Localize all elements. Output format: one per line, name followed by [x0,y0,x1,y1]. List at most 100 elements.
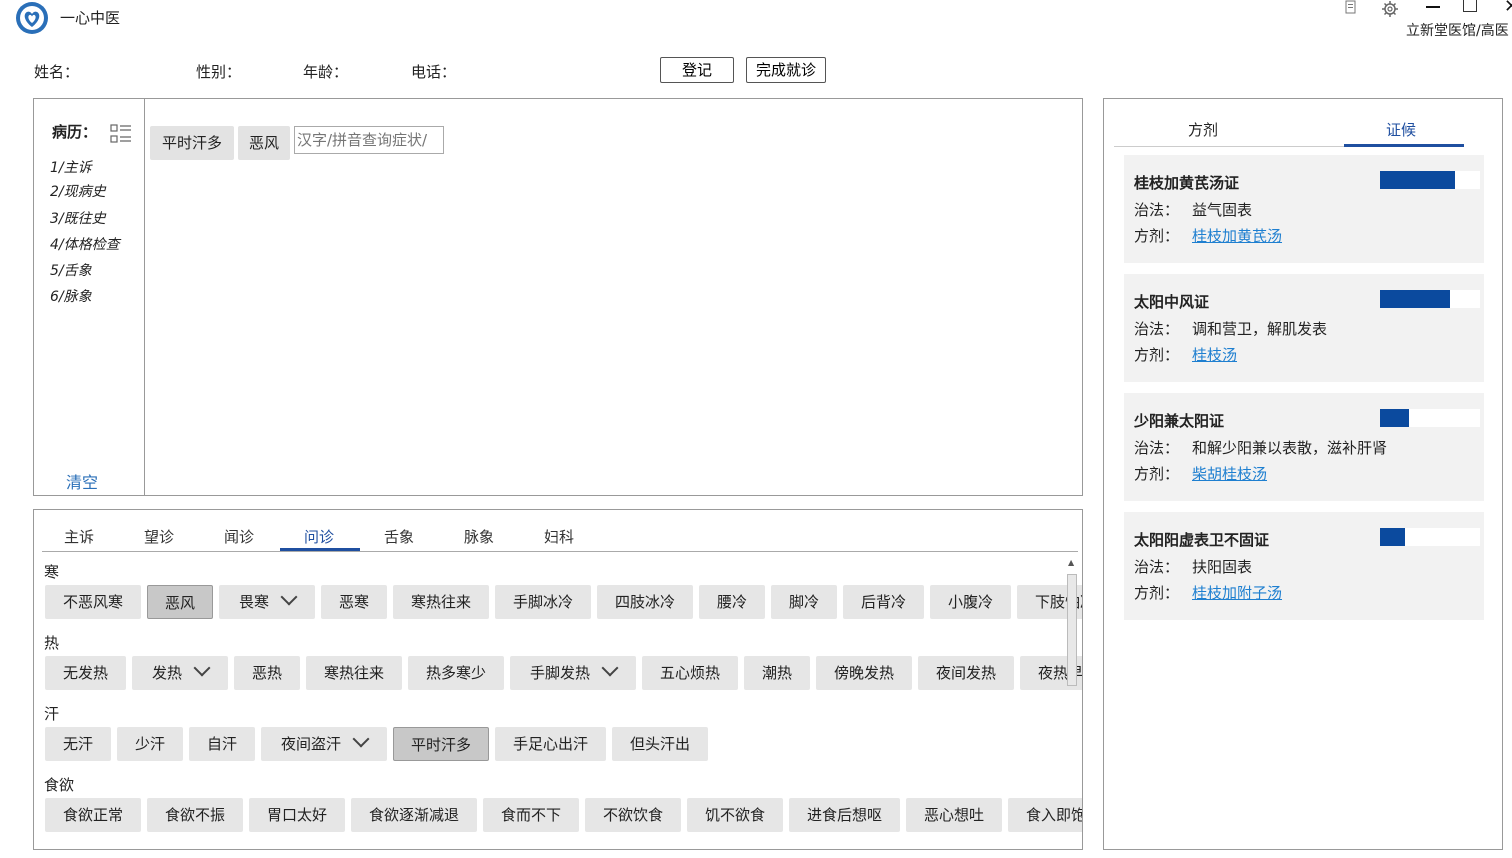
formula-link[interactable]: 桂枝加附子汤 [1192,582,1282,603]
chevron-down-icon[interactable] [352,730,370,748]
record-section-present-illness[interactable]: 2/现病史 [50,181,106,201]
symptom-button-label: 手足心出汗 [512,735,588,753]
symptom-button[interactable]: 食欲逐渐减退 [351,798,477,832]
symptom-button[interactable]: 饥不欲食 [687,798,783,832]
tab-chief-complaint[interactable]: 主诉 [64,526,94,547]
clear-button[interactable]: 清空 [66,469,98,493]
symptom-button[interactable]: 平时汗多 [393,727,489,761]
symptom-button[interactable]: 少汗 [117,727,183,761]
symptom-button[interactable]: 腰冷 [699,585,765,619]
symptom-button[interactable]: 不恶风寒 [45,585,141,619]
record-section-chief-complaint[interactable]: 1/主诉 [50,157,92,177]
symptom-button-label: 手脚发热 [529,664,590,682]
symptom-button[interactable]: 自汗 [189,727,255,761]
syndrome-card[interactable]: 太阳阳虚表卫不固证 治法： 扶阳固表 方剂： 桂枝加附子汤 [1124,512,1484,620]
treatment-value: 扶阳固表 [1192,558,1253,576]
symptom-button[interactable]: 寒热往来 [306,656,402,690]
symptom-button[interactable]: 夜间发热 [918,656,1014,690]
tab-pulse[interactable]: 脉象 [464,526,494,547]
symptom-button-label: 自汗 [206,735,237,753]
symptom-button[interactable]: 五心烦热 [642,656,738,690]
scroll-up-icon[interactable]: ▲ [1068,558,1074,567]
chevron-down-icon[interactable] [601,659,619,677]
symptom-button[interactable]: 潮热 [744,656,810,690]
symptom-button[interactable]: 脚冷 [771,585,837,619]
syndrome-card[interactable]: 桂枝加黄芪汤证 治法： 益气固表 方剂： 桂枝加黄芪汤 [1124,155,1484,263]
symptom-button[interactable]: 手脚冰冷 [495,585,591,619]
symptom-button-label: 食而不下 [500,806,561,824]
record-section-tongue[interactable]: 5/舌象 [50,260,92,280]
symptom-button[interactable]: 但头汗出 [612,727,708,761]
symptom-button-label: 少汗 [134,735,165,753]
close-icon[interactable]: ✕ [1504,0,1512,17]
scrollbar[interactable]: ▲ ▼ [1066,558,1078,848]
symptom-button-label: 食欲不振 [164,806,225,824]
record-section-pulse[interactable]: 6/脉象 [50,286,92,306]
formula-row: 方剂： 桂枝汤 [1134,344,1237,365]
list-view-icon[interactable] [110,123,132,145]
copy-icon[interactable] [1343,0,1359,16]
symptom-button[interactable]: 手足心出汗 [495,727,606,761]
symptom-button-label: 潮热 [761,664,792,682]
symptom-button[interactable]: 小腹冷 [930,585,1011,619]
syndrome-name: 桂枝加黄芪汤证 [1134,174,1240,192]
tab-tongue[interactable]: 舌象 [384,526,414,547]
symptom-button-label: 恶心想吐 [923,806,984,824]
symptom-button[interactable]: 食而不下 [483,798,579,832]
active-tab-indicator [1344,144,1464,147]
formula-link[interactable]: 桂枝加黄芪汤 [1192,225,1282,246]
symptom-button[interactable]: 食欲正常 [45,798,141,832]
tab-inquiry[interactable]: 问诊 [304,526,334,547]
symptom-button[interactable]: 四肢冰冷 [597,585,693,619]
formula-link[interactable]: 桂枝汤 [1192,344,1237,365]
finish-visit-button[interactable]: 完成就诊 [746,57,826,83]
tab-formula[interactable]: 方剂 [1188,119,1218,140]
selected-symptom-chip[interactable]: 平时汗多 [150,126,234,160]
phone-label: 电话： [411,63,457,81]
symptom-button[interactable]: 后背冷 [843,585,924,619]
symptom-button[interactable]: 恶热 [234,656,300,690]
symptom-button[interactable]: 胃口太好 [249,798,345,832]
symptom-button[interactable]: 恶心想吐 [906,798,1002,832]
tab-listening[interactable]: 闻诊 [224,526,254,547]
symptom-button-label: 手脚冰冷 [512,593,573,611]
syndrome-card[interactable]: 太阳中风证 治法： 调和营卫，解肌发表 方剂： 桂枝汤 [1124,274,1484,382]
symptom-button[interactable]: 畏寒 [219,585,315,619]
tab-inspection[interactable]: 望诊 [144,526,174,547]
treatment-label: 治法： [1134,439,1180,457]
symptom-button[interactable]: 恶风 [147,585,213,619]
gear-icon[interactable] [1381,0,1399,18]
symptom-button-label: 进食后想呕 [806,806,882,824]
tab-syndrome[interactable]: 证候 [1386,119,1416,140]
chevron-down-icon[interactable] [193,659,211,677]
syndrome-card[interactable]: 少阳兼太阳证 治法： 和解少阳兼以表散，滋补肝肾 方剂： 柴胡桂枝汤 [1124,393,1484,501]
symptom-button[interactable]: 寒热往来 [393,585,489,619]
symptom-button[interactable]: 无汗 [45,727,111,761]
register-button[interactable]: 登记 [660,57,734,83]
maximize-icon[interactable] [1463,0,1477,12]
formula-link[interactable]: 柴胡桂枝汤 [1192,463,1267,484]
minimize-icon[interactable] [1426,6,1440,8]
symptom-button[interactable]: 进食后想呕 [789,798,900,832]
symptom-button[interactable]: 手脚发热 [510,656,636,690]
match-score-fill [1380,409,1409,427]
scrollbar-thumb[interactable] [1067,574,1077,686]
symptom-search-input[interactable] [294,126,444,154]
chevron-down-icon[interactable] [280,588,298,606]
record-section-past-history[interactable]: 3/既往史 [50,208,106,228]
selected-symptom-chip[interactable]: 恶风 [238,126,290,160]
symptom-button[interactable]: 发热 [132,656,228,690]
symptom-button[interactable]: 热多寒少 [408,656,504,690]
symptom-button[interactable]: 无发热 [45,656,126,690]
symptom-button[interactable]: 傍晚发热 [816,656,912,690]
treatment-value: 调和营卫，解肌发表 [1192,320,1328,338]
symptom-button-label: 恶热 [251,664,282,682]
symptom-button[interactable]: 夜间盗汗 [261,727,387,761]
treatment-row: 治法： 和解少阳兼以表散，滋补肝肾 [1134,437,1387,458]
record-section-physical-exam[interactable]: 4/体格检查 [50,234,120,254]
symptom-button[interactable]: 恶寒 [321,585,387,619]
tab-gynecology[interactable]: 妇科 [544,526,574,547]
symptom-button[interactable]: 不欲饮食 [585,798,681,832]
treatment-label: 治法： [1134,201,1180,219]
symptom-button[interactable]: 食欲不振 [147,798,243,832]
